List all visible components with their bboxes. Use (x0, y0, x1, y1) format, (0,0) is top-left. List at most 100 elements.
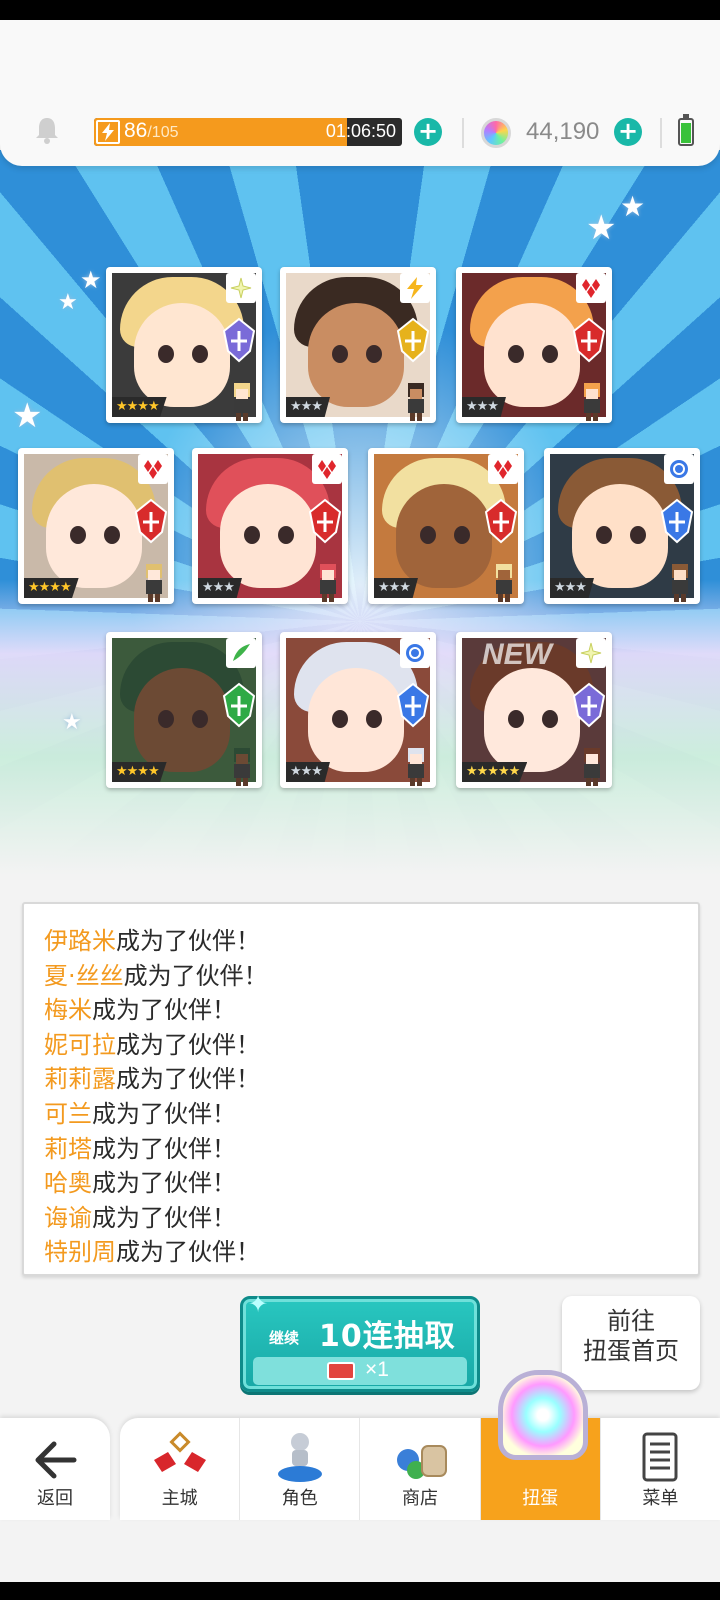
rarity-stars: ★★★★ (112, 397, 167, 417)
pull-ten-again-button[interactable]: 继续 10连抽取 ×1 (240, 1296, 480, 1392)
character-card[interactable]: ★★★ (192, 448, 348, 604)
element-crest-icon (308, 498, 342, 544)
fire-element-icon (488, 454, 518, 484)
log-line: 莉塔成为了伙伴！ (44, 1132, 698, 1167)
gem-count: 44,190 (526, 118, 600, 145)
character-card[interactable]: ★★★★ (106, 632, 262, 788)
continue-label: 继续 (269, 1329, 300, 1347)
character-name: 梅米 (44, 996, 92, 1025)
character-name: 伊路米 (44, 927, 116, 955)
tab-menu[interactable]: 菜单 (599, 1418, 720, 1520)
character-name: 诲谕 (44, 1203, 92, 1232)
new-badge: NEW (482, 638, 552, 671)
bell-icon[interactable] (34, 116, 60, 144)
tab-shop[interactable]: 商店 (359, 1418, 479, 1520)
back-arrow-icon (35, 1441, 77, 1479)
character-card[interactable]: ★★★ (280, 632, 436, 788)
tab-town[interactable]: 主城 (120, 1418, 239, 1520)
chibi-sprite-icon (672, 564, 688, 602)
character-card[interactable]: ★★★★ (106, 267, 262, 423)
chibi-sprite-icon (408, 383, 424, 421)
ticket-icon (327, 1362, 355, 1380)
rarity-stars: ★★★ (286, 762, 330, 782)
status-bar (0, 0, 720, 20)
sparkle-icon: ✦ (248, 1290, 269, 1318)
divider (462, 118, 464, 148)
light-element-icon (576, 638, 606, 668)
character-name: 妮可拉 (44, 1030, 116, 1059)
character-name: 可兰 (44, 1099, 92, 1128)
gacha-results-stage: ★ ★ ★ ★ ★ ★ ★★★★ ★★★ ★★★ ★★★★ ★★★ ★★★ ★★… (0, 150, 720, 875)
castle-icon (153, 1431, 206, 1472)
pull-ten-label: 10连抽取 (319, 1319, 456, 1354)
character-card[interactable]: ★★★ (456, 267, 612, 423)
character-name: 莉塔 (44, 1134, 92, 1163)
thunder-element-icon (400, 273, 430, 303)
character-card[interactable]: ★★★★ (18, 448, 174, 604)
log-line: 伊路米成为了伙伴！ (44, 924, 698, 959)
water-element-icon (664, 454, 694, 484)
rarity-stars: ★★★★★ (462, 762, 528, 782)
character-name: 夏·丝丝 (44, 961, 124, 990)
add-gems-button[interactable]: + (614, 118, 642, 146)
go-gacha-home-line1: 前往 (607, 1307, 655, 1335)
nav-tabs: 主城 角色 商店 扭蛋 菜单 (120, 1418, 720, 1520)
rarity-stars: ★★★ (374, 578, 418, 598)
chibi-sprite-icon (320, 564, 336, 602)
stamina-timer: 01:06:50 (325, 121, 396, 141)
rarity-stars: ★★★ (198, 578, 242, 598)
element-crest-icon (134, 498, 168, 544)
character-card[interactable]: ★★★ (544, 448, 700, 604)
log-suffix: 成为了伙伴！ (116, 1065, 260, 1094)
star-icon: ★ (586, 208, 617, 248)
chibi-sprite-icon (234, 748, 250, 786)
shop-bag-icon (397, 1445, 447, 1479)
log-line: 夏·丝丝成为了伙伴！ (44, 959, 698, 994)
log-suffix: 成为了伙伴！ (92, 1169, 236, 1198)
gacha-result-screen: 86/105 01:06:50 + 44,190 + ★ ★ ★ ★ ★ ★ ★… (0, 0, 720, 1600)
add-stamina-button[interactable]: + (414, 118, 442, 146)
tab-town-label: 主城 (161, 1488, 198, 1509)
stamina-current: 86 (124, 119, 148, 142)
star-icon: ★ (80, 266, 102, 294)
stamina-max: /105 (147, 124, 179, 141)
log-line: 诲谕成为了伙伴！ (44, 1201, 698, 1236)
go-gacha-home-button[interactable]: 前往 扭蛋首页 (562, 1296, 700, 1390)
pull-cost-text: ×1 (365, 1358, 389, 1381)
star-icon: ★ (58, 290, 78, 315)
wind-element-icon (226, 638, 256, 668)
chibi-sprite-icon (584, 748, 600, 786)
character-name: 莉莉露 (44, 1065, 116, 1094)
chibi-sprite-icon (234, 383, 250, 421)
rarity-stars: ★★★ (286, 397, 330, 417)
character-card[interactable]: ★★★ (368, 448, 524, 604)
star-icon: ★ (620, 190, 646, 223)
character-statue-icon (277, 1433, 322, 1482)
star-icon: ★ (62, 710, 82, 735)
element-crest-icon (484, 498, 518, 544)
go-gacha-home-line2: 扭蛋首页 (583, 1337, 679, 1365)
log-suffix: 成为了伙伴！ (116, 1238, 260, 1267)
log-suffix: 成为了伙伴！ (92, 1099, 236, 1128)
water-element-icon (400, 638, 430, 668)
element-crest-icon (660, 498, 694, 544)
tab-shop-label: 商店 (402, 1488, 438, 1509)
log-suffix: 成为了伙伴！ (92, 996, 236, 1025)
rarity-stars: ★★★ (462, 397, 506, 417)
resource-header: 86/105 01:06:50 + 44,190 + (0, 20, 720, 166)
tab-characters-label: 角色 (281, 1488, 318, 1509)
lightning-icon (96, 120, 120, 144)
tab-characters[interactable]: 角色 (239, 1418, 359, 1520)
element-crest-icon (572, 682, 606, 728)
back-button[interactable]: 返回 (0, 1418, 110, 1520)
chibi-sprite-icon (584, 383, 600, 421)
rarity-stars: ★★★★ (24, 578, 79, 598)
character-card[interactable]: NEW ★★★★★ (456, 632, 612, 788)
chibi-sprite-icon (496, 564, 512, 602)
menu-list-icon (642, 1432, 678, 1482)
log-suffix: 成为了伙伴！ (92, 1134, 236, 1163)
log-line: 可兰成为了伙伴！ (44, 1097, 698, 1132)
log-suffix: 成为了伙伴！ (92, 1203, 236, 1232)
rarity-stars: ★★★ (550, 578, 594, 598)
character-card[interactable]: ★★★ (280, 267, 436, 423)
